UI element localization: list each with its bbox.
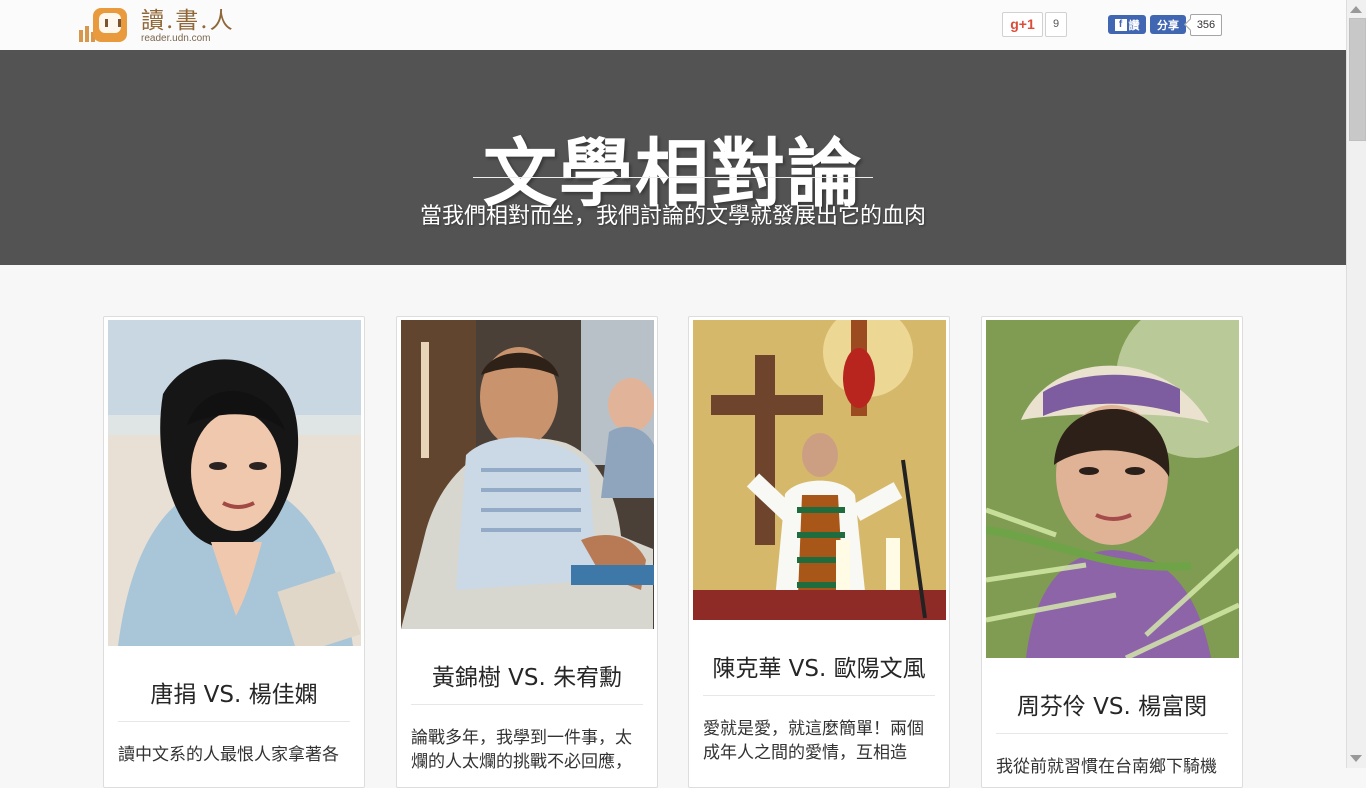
title-divider: [473, 177, 873, 178]
facebook-share-count: 356: [1190, 14, 1222, 36]
card-title[interactable]: 黃錦樹 VS. 朱宥勳: [397, 658, 657, 692]
logo-text: 讀.書.人 reader.udn.com: [141, 9, 235, 44]
card-excerpt: 我從前就習慣在台南鄉下騎機: [996, 757, 1217, 777]
portrait-photo: [693, 320, 946, 620]
card-divider: [703, 695, 935, 696]
card-divider: [118, 721, 350, 722]
card-excerpt: 論戰多年，我學到一件事，太 爛的人太爛的挑戰不必回應，: [411, 728, 632, 772]
article-card-huang-zhu[interactable]: 黃錦樹 VS. 朱宥勳 論戰多年，我學到一件事，太 爛的人太爛的挑戰不必回應，: [396, 316, 658, 788]
facebook-icon: f: [1114, 18, 1127, 31]
article-card-tang-yang[interactable]: 唐捐 VS. 楊佳嫻 讀中文系的人最恨人家拿著各: [103, 316, 365, 788]
vertical-scrollbar[interactable]: [1346, 0, 1366, 768]
card-title[interactable]: 周芬伶 VS. 楊富閔: [982, 687, 1242, 721]
reader-udn-logo[interactable]: 讀.書.人 reader.udn.com: [79, 6, 254, 46]
priest-altar-image: [693, 320, 946, 620]
scrollbar-thumb[interactable]: [1349, 18, 1366, 141]
article-card-zhou-yang[interactable]: 周芬伶 VS. 楊富閔 我從前就習慣在台南鄉下騎機: [981, 316, 1243, 788]
logo-title: 讀.書.人: [141, 7, 235, 34]
book-plug-logo-icon: [79, 6, 137, 46]
article-card-chen-ouyang[interactable]: 陳克華 VS. 歐陽文風 愛就是愛，就這麼簡單！兩個 成年人之間的愛情，互相造: [688, 316, 950, 788]
hero-banner: 文學相對論 當我們相對而坐，我們討論的文學就發展出它的血肉: [0, 50, 1346, 265]
facebook-like-button[interactable]: f 讚: [1108, 15, 1146, 34]
top-navigation-bar: 讀.書.人 reader.udn.com g+1 9 f 讚 分享 356: [0, 0, 1346, 51]
scroll-up-arrow-icon[interactable]: [1350, 6, 1362, 13]
logo-subtitle: reader.udn.com: [141, 32, 211, 44]
facebook-share-button[interactable]: 分享: [1150, 15, 1186, 34]
facebook-like-label: 讚: [1128, 19, 1140, 32]
card-excerpt: 讀中文系的人最恨人家拿著各: [118, 745, 339, 765]
portrait-photo: [108, 320, 361, 646]
scroll-down-arrow-icon[interactable]: [1350, 755, 1362, 762]
woman-garden-image: [986, 320, 1239, 658]
google-plus-count: 9: [1045, 12, 1067, 37]
portrait-photo: [986, 320, 1239, 658]
page-subtitle: 當我們相對而坐，我們討論的文學就發展出它的血肉: [419, 204, 926, 229]
card-title[interactable]: 陳克華 VS. 歐陽文風: [689, 649, 949, 683]
card-title[interactable]: 唐捐 VS. 楊佳嫻: [104, 675, 364, 709]
card-divider: [996, 733, 1228, 734]
men-office-image: [401, 320, 654, 629]
google-plus-one-button[interactable]: g+1: [1002, 12, 1043, 37]
card-divider: [411, 704, 643, 705]
card-excerpt: 愛就是愛，就這麼簡單！兩個 成年人之間的愛情，互相造: [703, 719, 924, 763]
portrait-photo: [401, 320, 654, 629]
woman-portrait-image: [108, 320, 361, 646]
